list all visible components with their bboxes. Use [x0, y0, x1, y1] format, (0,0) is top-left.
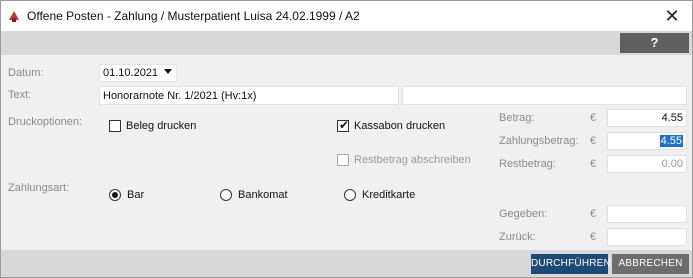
betrag-label: Betrag:: [499, 112, 535, 124]
checkbox-box: [109, 120, 121, 132]
betrag-currency: €: [590, 112, 597, 124]
window-title: Offene Posten - Zahlung / Musterpatient …: [27, 9, 360, 23]
radio-bar-label: Bar: [127, 189, 145, 201]
durchfuehren-button[interactable]: DURCHFÜHREN: [531, 254, 611, 274]
radio-bankomat-label: Bankomat: [238, 189, 288, 201]
toolbar: ?: [1, 31, 692, 55]
app-icon: [7, 9, 21, 23]
gegeben-currency: €: [590, 208, 597, 220]
betrag-field[interactable]: 4.55: [607, 109, 687, 127]
footer-bar: DURCHFÜHREN ABBRECHEN: [1, 250, 692, 277]
chevron-down-icon: [164, 69, 172, 74]
restbetrag-abschreiben-checkbox[interactable]: Restbetrag abschreiben: [337, 154, 471, 166]
druckoptionen-label: Druckoptionen:: [8, 116, 82, 128]
zahlungsbetrag-field[interactable]: 4.55: [607, 132, 687, 150]
zurueck-label: Zurück:: [499, 231, 536, 243]
gegeben-field[interactable]: [607, 205, 687, 223]
beleg-drucken-checkbox[interactable]: Beleg drucken: [109, 120, 196, 132]
datum-label: Datum:: [8, 67, 44, 79]
kassabon-drucken-checkbox[interactable]: ✔ Kassabon drucken: [337, 118, 446, 132]
help-button[interactable]: ?: [620, 33, 689, 53]
zahlungsart-label: Zahlungsart:: [8, 182, 70, 194]
text-input-value: Honorarnote Nr. 1/2021 (Hv:1x): [103, 90, 257, 102]
zahlungsbetrag-label: Zahlungsbetrag:: [499, 135, 579, 147]
gegeben-label: Gegeben:: [499, 208, 548, 220]
radio-kreditkarte-label: Kreditkarte: [362, 189, 416, 201]
zurueck-currency: €: [590, 231, 597, 243]
restbetrag-label: Restbetrag:: [499, 158, 556, 170]
checkbox-box: [337, 154, 349, 166]
datum-value: 01.10.2021: [103, 67, 159, 79]
radio-selected-dot: [112, 192, 118, 198]
text-label: Text:: [8, 89, 32, 101]
text-input-extra[interactable]: [402, 86, 687, 105]
beleg-drucken-label: Beleg drucken: [126, 120, 197, 132]
close-button[interactable]: ✕: [652, 1, 692, 31]
radio-bankomat[interactable]: Bankomat: [220, 189, 288, 201]
radio-circle: [109, 189, 121, 201]
form-area: Datum: 01.10.2021 Text: Honorarnote Nr. …: [1, 55, 692, 250]
checkbox-box: ✔: [337, 118, 350, 132]
restbetrag-abschreiben-label: Restbetrag abschreiben: [354, 154, 471, 166]
datum-select[interactable]: 01.10.2021: [99, 64, 177, 82]
zurueck-field[interactable]: [607, 228, 687, 246]
zahlungsbetrag-value: 4.55: [659, 135, 683, 147]
restbetrag-field: 0.00: [607, 155, 687, 173]
radio-circle: [220, 189, 232, 201]
kassabon-drucken-label: Kassabon drucken: [354, 120, 446, 132]
checkmark-icon: ✔: [339, 118, 350, 132]
radio-circle: [344, 189, 356, 201]
zahlungsbetrag-currency: €: [590, 135, 597, 147]
restbetrag-currency: €: [590, 158, 597, 170]
radio-kreditkarte[interactable]: Kreditkarte: [344, 189, 415, 201]
payment-dialog: Offene Posten - Zahlung / Musterpatient …: [0, 0, 693, 278]
title-bar: Offene Posten - Zahlung / Musterpatient …: [1, 1, 692, 31]
abbrechen-button[interactable]: ABBRECHEN: [612, 254, 689, 274]
radio-bar[interactable]: Bar: [109, 189, 144, 201]
text-input[interactable]: Honorarnote Nr. 1/2021 (Hv:1x): [99, 86, 399, 105]
